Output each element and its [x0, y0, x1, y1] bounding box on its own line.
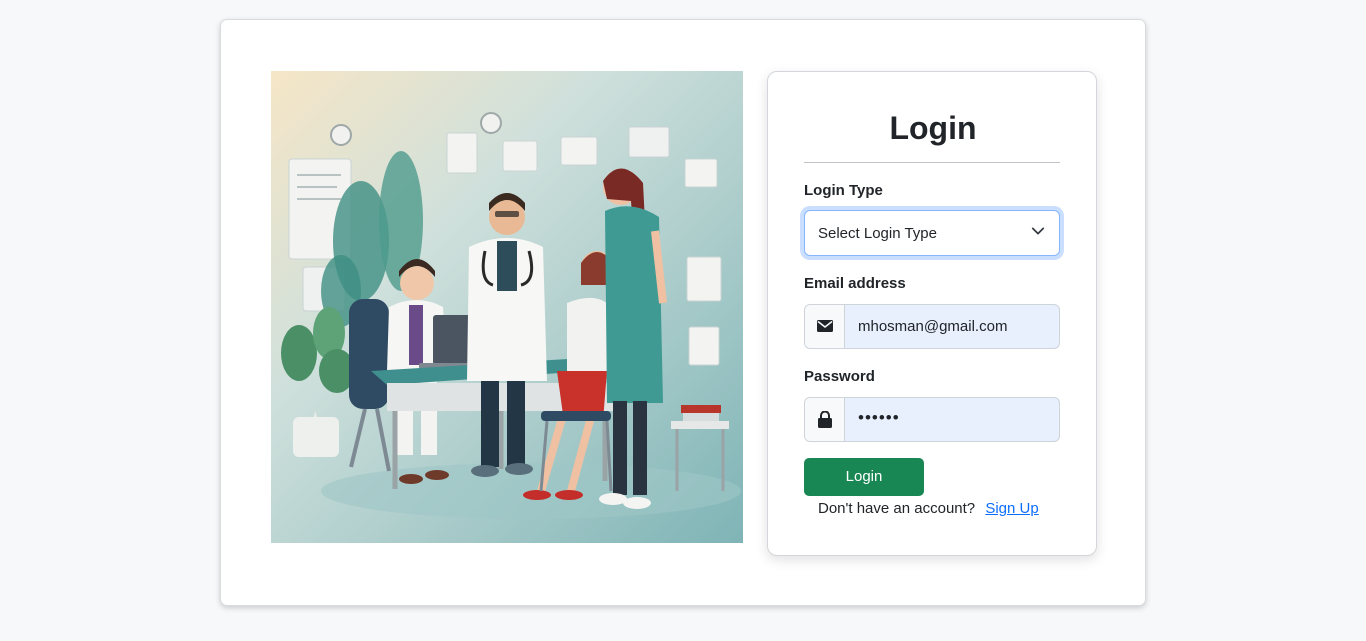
- signup-prompt-line: Don't have an account? Sign Up: [818, 500, 1039, 517]
- password-field[interactable]: ••••••: [804, 397, 1060, 442]
- signup-link[interactable]: Sign Up: [985, 500, 1038, 517]
- login-type-selected-value: Select Login Type: [818, 225, 937, 242]
- login-type-select[interactable]: Select Login Type: [804, 210, 1060, 256]
- lock-icon: [818, 411, 832, 428]
- password-addon: [805, 398, 845, 441]
- login-form-card: Login Login Type Select Login Type Email…: [767, 71, 1097, 556]
- password-value: ••••••: [858, 408, 900, 427]
- medical-team-illustration: [271, 71, 743, 543]
- password-label: Password: [804, 368, 875, 385]
- login-button[interactable]: Login: [804, 458, 924, 496]
- signup-prompt-text: Don't have an account?: [818, 500, 976, 517]
- email-label: Email address: [804, 275, 906, 292]
- login-page-card: Login Login Type Select Login Type Email…: [220, 19, 1146, 606]
- login-title: Login: [889, 110, 977, 146]
- title-divider: [804, 162, 1060, 163]
- chevron-down-icon: [1031, 227, 1045, 235]
- email-addon: [805, 305, 845, 348]
- email-value: mhosman@gmail.com: [858, 318, 1008, 335]
- envelope-icon: [817, 320, 833, 332]
- login-type-label: Login Type: [804, 182, 883, 199]
- email-field[interactable]: mhosman@gmail.com: [804, 304, 1060, 349]
